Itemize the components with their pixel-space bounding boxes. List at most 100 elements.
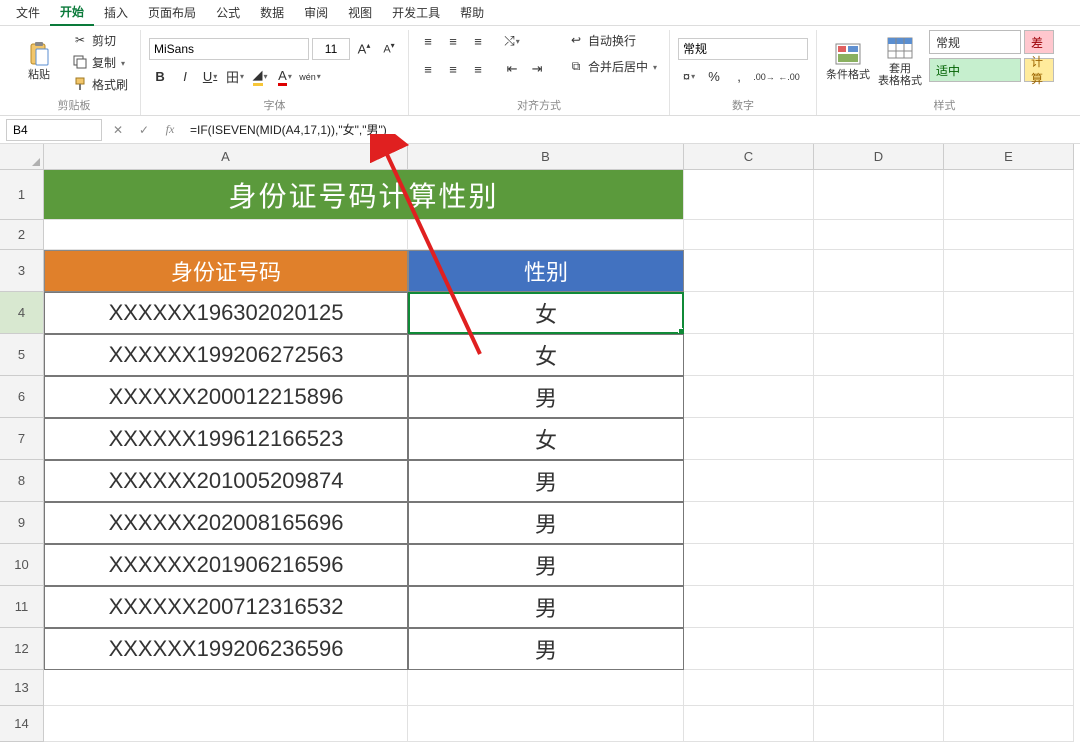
cell-style-normal[interactable]: 常规 (929, 30, 1021, 54)
cell[interactable] (944, 502, 1074, 544)
menu-home[interactable]: 开始 (50, 0, 94, 26)
cell[interactable] (684, 586, 814, 628)
cell-id[interactable]: XXXXXX201005209874 (44, 460, 408, 502)
row-head-4[interactable]: 4 (0, 292, 44, 334)
cell[interactable] (944, 220, 1074, 250)
cell[interactable] (944, 460, 1074, 502)
cell[interactable] (814, 670, 944, 706)
cell[interactable] (814, 460, 944, 502)
bold-button[interactable]: B (149, 66, 171, 88)
cell[interactable] (684, 220, 814, 250)
decrease-font-button[interactable]: A▾ (378, 38, 400, 60)
cell[interactable] (814, 250, 944, 292)
number-format-select[interactable] (678, 38, 808, 60)
insert-function-button[interactable]: fx (160, 120, 180, 140)
menu-help[interactable]: 帮助 (450, 0, 494, 25)
cell[interactable] (944, 292, 1074, 334)
accept-formula-button[interactable]: ✓ (134, 120, 154, 140)
col-head-C[interactable]: C (684, 144, 814, 170)
cell[interactable] (44, 706, 408, 742)
phonetic-button[interactable]: wén (299, 66, 321, 88)
font-size-input[interactable] (312, 38, 350, 60)
cell[interactable] (408, 220, 684, 250)
cell[interactable] (944, 628, 1074, 670)
paste-button[interactable]: 粘贴 (16, 30, 62, 92)
title-cell[interactable]: 身份证号码计算性别 (44, 170, 684, 220)
cell-style-calc[interactable]: 计算 (1024, 58, 1054, 82)
formula-input[interactable]: =IF(ISEVEN(MID(A4,17,1)),"女","男") (186, 121, 1074, 138)
cell[interactable] (814, 292, 944, 334)
cell[interactable] (814, 544, 944, 586)
cell[interactable] (814, 628, 944, 670)
cell-id[interactable]: XXXXXX201906216596 (44, 544, 408, 586)
col-head-A[interactable]: A (44, 144, 408, 170)
cut-button[interactable]: ✂ 剪切 (68, 30, 132, 50)
cell[interactable] (684, 502, 814, 544)
col-head-D[interactable]: D (814, 144, 944, 170)
cell[interactable] (684, 460, 814, 502)
cell-id[interactable]: XXXXXX199206236596 (44, 628, 408, 670)
cell[interactable] (814, 586, 944, 628)
cell-id[interactable]: XXXXXX196302020125 (44, 292, 408, 334)
fill-color-button[interactable]: ◢ (249, 66, 271, 88)
cell-gender[interactable]: 女 (408, 334, 684, 376)
row-head-7[interactable]: 7 (0, 418, 44, 460)
cell-style-good[interactable]: 适中 (929, 58, 1021, 82)
increase-font-button[interactable]: A▴ (353, 38, 375, 60)
cell-id[interactable]: XXXXXX200712316532 (44, 586, 408, 628)
cell-gender[interactable]: 男 (408, 628, 684, 670)
cell[interactable] (684, 544, 814, 586)
currency-button[interactable]: ¤ (678, 66, 700, 88)
decrease-decimal-button[interactable]: ←.00 (778, 66, 800, 88)
align-left-button[interactable]: ≡ (417, 58, 439, 80)
cell-gender[interactable]: 男 (408, 586, 684, 628)
header-gender[interactable]: 性别 (408, 250, 684, 292)
format-painter-button[interactable]: 格式刷 (68, 74, 132, 94)
cell[interactable] (684, 706, 814, 742)
cell[interactable] (944, 250, 1074, 292)
cell[interactable] (684, 334, 814, 376)
cell-gender[interactable]: 女 (408, 292, 684, 334)
row-head-12[interactable]: 12 (0, 628, 44, 670)
cell-gender[interactable]: 男 (408, 544, 684, 586)
border-button[interactable]: 田 (224, 66, 246, 88)
row-head-9[interactable]: 9 (0, 502, 44, 544)
increase-decimal-button[interactable]: .00→ (753, 66, 775, 88)
cell[interactable] (814, 220, 944, 250)
row-head-1[interactable]: 1 (0, 170, 44, 220)
spreadsheet-grid[interactable]: A B C D E 1身份证号码计算性别23身份证号码性别4XXXXXX1963… (0, 144, 1080, 742)
header-id[interactable]: 身份证号码 (44, 250, 408, 292)
cell[interactable] (684, 670, 814, 706)
underline-button[interactable]: U (199, 66, 221, 88)
menu-formula[interactable]: 公式 (206, 0, 250, 25)
menu-data[interactable]: 数据 (250, 0, 294, 25)
wrap-text-button[interactable]: ↩ 自动换行 (564, 30, 661, 50)
cell[interactable] (408, 706, 684, 742)
cell[interactable] (944, 586, 1074, 628)
row-head-2[interactable]: 2 (0, 220, 44, 250)
cell[interactable] (944, 376, 1074, 418)
align-top-button[interactable]: ≡ (417, 30, 439, 52)
cell[interactable] (408, 670, 684, 706)
cell[interactable] (814, 170, 944, 220)
row-head-5[interactable]: 5 (0, 334, 44, 376)
increase-indent-button[interactable]: ⇥ (526, 58, 548, 80)
cell[interactable] (944, 334, 1074, 376)
merge-center-button[interactable]: ⧉ 合并后居中 (564, 56, 661, 76)
row-head-11[interactable]: 11 (0, 586, 44, 628)
cell[interactable] (684, 628, 814, 670)
font-color-button[interactable]: A (274, 66, 296, 88)
cell[interactable] (44, 670, 408, 706)
italic-button[interactable]: I (174, 66, 196, 88)
cell[interactable] (944, 706, 1074, 742)
align-bottom-button[interactable]: ≡ (467, 30, 489, 52)
cell[interactable] (944, 544, 1074, 586)
align-middle-button[interactable]: ≡ (442, 30, 464, 52)
percent-button[interactable]: % (703, 66, 725, 88)
row-head-6[interactable]: 6 (0, 376, 44, 418)
row-head-13[interactable]: 13 (0, 670, 44, 706)
cell[interactable] (944, 418, 1074, 460)
cell[interactable] (44, 220, 408, 250)
cancel-formula-button[interactable]: ✕ (108, 120, 128, 140)
col-head-B[interactable]: B (408, 144, 684, 170)
